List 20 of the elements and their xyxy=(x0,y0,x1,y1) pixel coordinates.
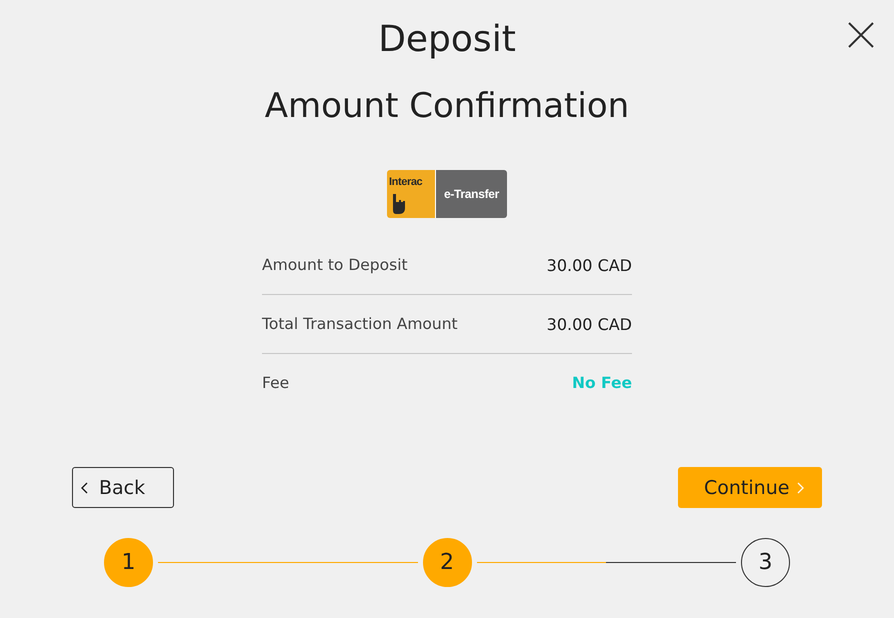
hand-icon xyxy=(391,194,405,214)
summary-label: Fee xyxy=(262,374,290,392)
logo-wordmark: Interac xyxy=(389,176,422,188)
close-button[interactable] xyxy=(848,22,874,48)
chevron-right-icon xyxy=(797,482,804,494)
logo-label: e-Transfer xyxy=(436,170,507,218)
chevron-left-icon xyxy=(81,482,88,494)
summary-value: 30.00 CAD xyxy=(546,314,632,334)
summary-value: No Fee xyxy=(572,374,632,392)
step-circle: 1 xyxy=(104,538,153,587)
step-circle: 3 xyxy=(741,538,790,587)
back-button[interactable]: Back xyxy=(72,467,174,508)
summary-label: Total Transaction Amount xyxy=(262,315,458,333)
close-icon xyxy=(848,22,874,48)
step-circle: 2 xyxy=(422,538,472,587)
summary-label: Amount to Deposit xyxy=(262,256,408,274)
summary-value: 30.00 CAD xyxy=(546,256,632,274)
page-subtitle: Amount Confirmation xyxy=(264,86,630,126)
page-title: Deposit xyxy=(378,18,516,62)
continue-button[interactable]: Continue xyxy=(678,467,822,508)
